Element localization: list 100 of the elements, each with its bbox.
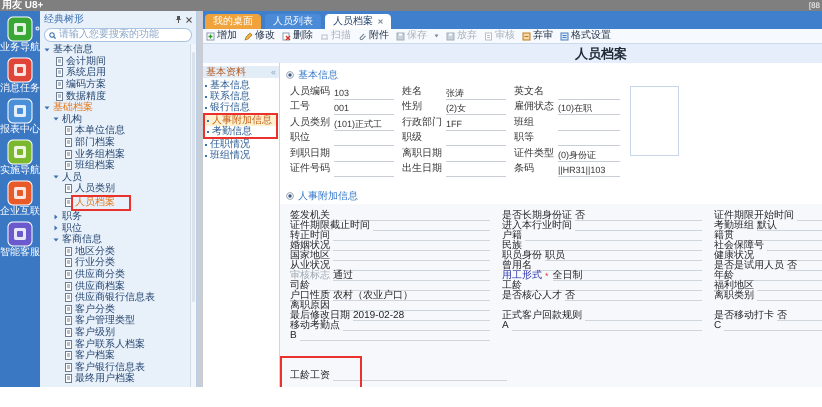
toolbar-button[interactable]: 删除	[282, 30, 313, 42]
input-field[interactable]: (101)正式工	[334, 118, 394, 130]
dock-label[interactable]: 智能客服	[0, 247, 40, 259]
input-field[interactable]: 1FF	[446, 118, 506, 130]
tree-item[interactable]: 供应商银行信息表	[75, 292, 155, 304]
app-icon[interactable]	[7, 180, 33, 206]
dock-label[interactable]: 企业互联	[0, 206, 40, 218]
expand-icon[interactable]	[53, 174, 59, 180]
app-icon[interactable]	[7, 98, 33, 124]
input-field[interactable]: 农村（农业户口）	[333, 291, 490, 301]
input-field[interactable]: (10)在职	[558, 103, 620, 115]
close-icon[interactable]	[186, 16, 192, 22]
dock-label[interactable]: 报表中心	[0, 124, 40, 136]
toolbar-button[interactable]: 附件	[358, 30, 389, 42]
toolbar-button[interactable]: 弃审	[522, 30, 553, 42]
toolbar-button[interactable]: 修改	[244, 30, 275, 42]
input-field[interactable]: 否	[777, 311, 822, 321]
tree-item[interactable]: 客户分类	[75, 304, 115, 315]
tree-item[interactable]: 部门档案	[75, 137, 115, 148]
input-field[interactable]: ||HR31||103	[558, 165, 620, 177]
tree-item[interactable]: 地区分类	[75, 246, 115, 257]
section-link-label[interactable]: 联系信息	[210, 91, 250, 102]
window-info: [88	[808, 0, 820, 11]
tree-item[interactable]: 供应商分类	[75, 268, 125, 280]
section-link[interactable]: 人事附加信息	[205, 115, 276, 126]
tree-item[interactable]: 最终用户档案	[75, 373, 135, 384]
input-field[interactable]: 否	[575, 211, 702, 221]
section-link-label[interactable]: 基本信息	[210, 80, 250, 91]
tree-item[interactable]: 职务	[62, 211, 82, 222]
input-field[interactable]: 否	[565, 291, 702, 301]
input-field[interactable]: 职员	[545, 251, 702, 261]
section-link-label[interactable]: 任职情况	[210, 139, 250, 150]
tree-item[interactable]: 业务组档案	[75, 148, 125, 160]
collapse-icon[interactable]	[53, 214, 59, 220]
close-icon[interactable]	[378, 19, 383, 24]
tree-item[interactable]: 客户联系人档案	[75, 338, 145, 350]
app-icon[interactable]	[7, 16, 33, 42]
tree-item[interactable]: 编码方案	[66, 79, 106, 90]
tree-item[interactable]: 人员	[62, 172, 82, 183]
section-link[interactable]: 联系信息	[203, 91, 279, 102]
field-label: 年龄	[714, 271, 734, 281]
tab[interactable]: 人员档案	[325, 14, 391, 29]
input-field[interactable]: 通过	[333, 271, 490, 281]
app-icon[interactable]	[7, 139, 33, 165]
tree-item[interactable]: 机构	[62, 114, 82, 125]
section-link-label[interactable]: 人事附加信息	[212, 115, 272, 126]
field-label: 最后修改日期	[290, 311, 350, 321]
scrollbar[interactable]	[190, 44, 196, 387]
input-field[interactable]: (2)女	[446, 103, 506, 115]
section-link[interactable]: 考勤信息	[205, 126, 276, 137]
expand-icon[interactable]	[44, 46, 50, 53]
tree-item[interactable]: 系统启用	[66, 67, 106, 78]
search-field[interactable]: 请输入您要搜索的功能	[44, 28, 192, 42]
tree-item[interactable]: 本单位信息	[75, 125, 125, 136]
input-field[interactable]: 默认	[757, 221, 822, 231]
tree-item[interactable]: 行业分类	[75, 257, 115, 268]
tree-item[interactable]: 班组档案	[75, 160, 115, 172]
section-link-label[interactable]: 银行信息	[210, 102, 250, 113]
input-field[interactable]: (0)身份证	[558, 150, 620, 162]
tree-item[interactable]: 供应商档案	[75, 280, 125, 292]
tree-item[interactable]: 数据精度	[66, 90, 106, 102]
expand-icon[interactable]	[53, 236, 59, 243]
tree-item[interactable]: 会计期间	[66, 56, 106, 67]
section-title: 人事附加信息	[298, 190, 358, 202]
input-field[interactable]: 张涛	[446, 88, 506, 100]
section-link[interactable]: 银行信息	[203, 102, 279, 113]
tree-item[interactable]: 人员类别	[75, 183, 115, 194]
input-field[interactable]: 001	[334, 103, 394, 115]
toolbar-button[interactable]: 格式设置	[560, 30, 611, 42]
collapse-icon[interactable]	[53, 225, 59, 232]
tree-item[interactable]: 客户管理类型	[75, 315, 135, 326]
section-link-label[interactable]: 考勤信息	[212, 126, 252, 137]
field-label: 户籍	[502, 231, 522, 241]
app-title: 用友 U8+	[2, 0, 44, 11]
expand-icon[interactable]	[44, 104, 50, 111]
tab[interactable]: 人员列表	[265, 14, 321, 29]
toolbar-button[interactable]: 增加	[206, 30, 237, 42]
app-icon[interactable]	[7, 57, 33, 83]
input-field[interactable]: 103	[334, 88, 394, 100]
dock-label[interactable]: 实施导航	[0, 165, 40, 177]
tree-item[interactable]: 职位	[62, 222, 82, 234]
tree-item[interactable]: 客户级别	[75, 326, 115, 338]
section-link[interactable]: 任职情况	[203, 139, 279, 150]
input-field[interactable]: 否	[787, 261, 822, 271]
expand-icon[interactable]	[53, 116, 59, 122]
dock-label[interactable]: 业务导航	[0, 42, 40, 54]
tree-item[interactable]: 客商信息	[62, 234, 102, 246]
section-link-label[interactable]: 班组情况	[210, 150, 250, 161]
tree-item[interactable]: 基本信息	[53, 44, 93, 56]
pin-icon[interactable]	[175, 16, 182, 23]
tree-item[interactable]: 客户银行信息表	[75, 362, 145, 373]
input-field[interactable]: 2019-02-28	[353, 311, 490, 321]
section-link[interactable]: 基本信息	[203, 80, 279, 91]
section-link[interactable]: 班组情况	[203, 150, 279, 161]
app-icon[interactable]	[7, 221, 33, 247]
input-field[interactable]: 全日制	[552, 271, 702, 281]
tree-item[interactable]: 客户档案	[75, 350, 115, 362]
field-label: 离职类别	[714, 291, 754, 301]
dock-label[interactable]: 消息任务	[0, 83, 40, 95]
photo-frame[interactable]	[630, 86, 679, 156]
